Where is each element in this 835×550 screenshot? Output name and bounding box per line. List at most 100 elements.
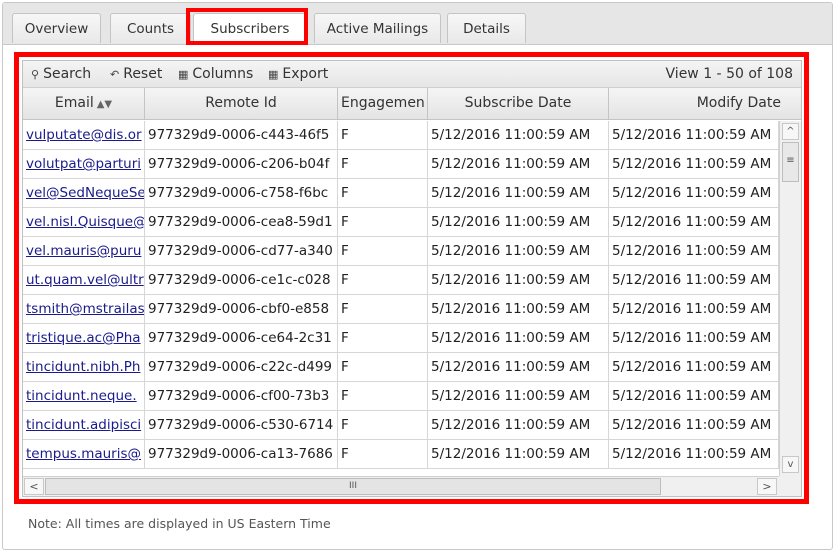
column-header-engagement[interactable]: Engagemen — [338, 88, 428, 119]
cell-engagement: F — [338, 237, 428, 265]
scroll-left-button[interactable]: < — [24, 478, 44, 495]
vertical-scrollbar[interactable]: ^ ≡ v — [779, 121, 801, 476]
columns-icon: ▦ — [178, 68, 189, 81]
cell-subscribe-date: 5/12/2016 11:00:59 AM — [428, 440, 609, 468]
email-link[interactable]: volutpat@parturi — [26, 156, 141, 172]
table-row[interactable]: volutpat@parturi 977329d9-0006-c206-b04f F… — [23, 150, 779, 179]
cell-email: tempus.mauris@ — [23, 440, 145, 468]
tab-overview[interactable]: Overview — [12, 13, 101, 43]
table-header: Email ▲▼ Remote Id Engagemen Subscribe Da… — [23, 88, 801, 120]
table-row[interactable]: tempus.mauris@ 977329d9-0006-ca13-7686 F 5/… — [23, 440, 779, 469]
search-button[interactable]: ⚲ Search — [31, 66, 91, 82]
cell-modify-date: 5/12/2016 11:00:59 AM — [609, 179, 779, 207]
export-label: Export — [282, 66, 329, 82]
scroll-up-button[interactable]: ^ — [782, 123, 799, 140]
email-link[interactable]: tsmith@mstrailas — [26, 301, 144, 317]
cell-engagement: F — [338, 208, 428, 236]
cell-email: tsmith@mstrailas — [23, 295, 145, 323]
table-row[interactable]: tincidunt.nibh.Ph 977329d9-0006-c22c-d499… — [23, 353, 779, 382]
table-row[interactable]: tincidunt.neque. 977329d9-0006-cf00-73b3 F… — [23, 382, 779, 411]
tab-counts[interactable]: Counts — [110, 13, 191, 43]
subscribers-grid: ⚲ Search ↶ Reset ▦ Columns ▦ Export View 1 -… — [22, 60, 802, 497]
cell-remote-id: 977329d9-0006-c758-f6bc — [145, 179, 338, 207]
cell-email: tincidunt.neque. — [23, 382, 145, 410]
table-row[interactable]: tsmith@mstrailas 977329d9-0006-cbf0-e858 F… — [23, 295, 779, 324]
horizontal-scrollbar[interactable]: < III > — [23, 476, 779, 496]
email-link[interactable]: tincidunt.adipisci — [26, 417, 141, 433]
reset-icon: ↶ — [110, 68, 120, 81]
cell-engagement: F — [338, 179, 428, 207]
table-row[interactable]: tincidunt.adipisci 977329d9-0006-c530-671… — [23, 411, 779, 440]
column-header-subscribe-date[interactable]: Subscribe Date — [428, 88, 609, 119]
cell-email: volutpat@parturi — [23, 150, 145, 178]
cell-modify-date: 5/12/2016 11:00:59 AM — [609, 150, 779, 178]
column-header-label: Engagemen — [341, 95, 425, 111]
cell-remote-id: 977329d9-0006-cd77-a340 — [145, 237, 338, 265]
column-header-label: Modify Date — [696, 95, 781, 111]
tab-subscribers[interactable]: Subscribers — [193, 13, 307, 45]
cell-modify-date: 5/12/2016 11:00:59 AM — [609, 353, 779, 381]
cell-modify-date: 5/12/2016 11:00:59 AM — [609, 121, 779, 149]
columns-label: Columns — [192, 66, 254, 82]
email-link[interactable]: tempus.mauris@ — [26, 446, 141, 462]
cell-email: tristique.ac@Pha — [23, 324, 145, 352]
cell-modify-date: 5/12/2016 11:00:59 AM — [609, 295, 779, 323]
column-header-modify-date[interactable]: Modify Date — [609, 88, 801, 119]
email-link[interactable]: vulputate@dis.or — [26, 127, 142, 143]
cell-remote-id: 977329d9-0006-c206-b04f — [145, 150, 338, 178]
vertical-scroll-thumb[interactable]: ≡ — [782, 142, 799, 182]
cell-modify-date: 5/12/2016 11:00:59 AM — [609, 208, 779, 236]
cell-subscribe-date: 5/12/2016 11:00:59 AM — [428, 411, 609, 439]
search-icon: ⚲ — [31, 68, 40, 81]
column-header-email[interactable]: Email ▲▼ — [23, 88, 145, 119]
columns-button[interactable]: ▦ Columns — [178, 66, 253, 82]
email-link[interactable]: tincidunt.nibh.Ph — [26, 359, 140, 375]
cell-subscribe-date: 5/12/2016 11:00:59 AM — [428, 208, 609, 236]
column-header-remote-id[interactable]: Remote Id — [145, 88, 338, 119]
tab-details[interactable]: Details — [447, 13, 526, 43]
cell-remote-id: 977329d9-0006-ce1c-c028 — [145, 266, 338, 294]
cell-email: vel@SedNequeSe — [23, 179, 145, 207]
cell-engagement: F — [338, 295, 428, 323]
email-link[interactable]: vel@SedNequeSe — [26, 185, 144, 201]
table-row[interactable]: vel@SedNequeSe 977329d9-0006-c758-f6bc F 5/… — [23, 179, 779, 208]
cell-email: tincidunt.adipisci — [23, 411, 145, 439]
scrollbar-corner — [779, 476, 801, 496]
cell-engagement: F — [338, 324, 428, 352]
cell-subscribe-date: 5/12/2016 11:00:59 AM — [428, 121, 609, 149]
tab-bar: Overview Counts Subscribers Active Maili… — [3, 3, 832, 45]
cell-remote-id: 977329d9-0006-c22c-d499 — [145, 353, 338, 381]
search-label: Search — [43, 66, 92, 82]
cell-email: ut.quam.vel@ultr — [23, 266, 145, 294]
reset-label: Reset — [123, 66, 163, 82]
reset-button[interactable]: ↶ Reset — [110, 66, 162, 82]
cell-engagement: F — [338, 266, 428, 294]
email-link[interactable]: vel.mauris@puru — [26, 243, 141, 259]
table-row[interactable]: vulputate@dis.or 977329d9-0006-c443-46f5 F… — [23, 121, 779, 150]
export-button[interactable]: ▦ Export — [268, 66, 328, 82]
cell-subscribe-date: 5/12/2016 11:00:59 AM — [428, 382, 609, 410]
email-link[interactable]: vel.nisl.Quisque@ — [26, 214, 144, 230]
horizontal-scroll-thumb[interactable]: III — [45, 478, 661, 495]
cell-remote-id: 977329d9-0006-cbf0-e858 — [145, 295, 338, 323]
table-body: vulputate@dis.or 977329d9-0006-c443-46f5 F… — [23, 121, 779, 476]
cell-subscribe-date: 5/12/2016 11:00:59 AM — [428, 324, 609, 352]
cell-subscribe-date: 5/12/2016 11:00:59 AM — [428, 295, 609, 323]
column-header-label: Remote Id — [205, 95, 277, 111]
email-link[interactable]: ut.quam.vel@ultr — [26, 272, 144, 288]
email-link[interactable]: tristique.ac@Pha — [26, 330, 141, 346]
cell-engagement: F — [338, 382, 428, 410]
cell-subscribe-date: 5/12/2016 11:00:59 AM — [428, 353, 609, 381]
cell-remote-id: 977329d9-0006-c530-6714 — [145, 411, 338, 439]
table-row[interactable]: tristique.ac@Pha 977329d9-0006-ce64-2c31 F… — [23, 324, 779, 353]
scroll-right-button[interactable]: > — [757, 478, 777, 495]
email-link[interactable]: tincidunt.neque. — [26, 388, 137, 404]
table-row[interactable]: vel.nisl.Quisque@ 977329d9-0006-cea8-59d1… — [23, 208, 779, 237]
cell-subscribe-date: 5/12/2016 11:00:59 AM — [428, 266, 609, 294]
table-row[interactable]: ut.quam.vel@ultr 977329d9-0006-ce1c-c028 F… — [23, 266, 779, 295]
table-row[interactable]: vel.mauris@puru 977329d9-0006-cd77-a340 F 5… — [23, 237, 779, 266]
cell-remote-id: 977329d9-0006-c443-46f5 — [145, 121, 338, 149]
cell-subscribe-date: 5/12/2016 11:00:59 AM — [428, 237, 609, 265]
tab-active-mailings[interactable]: Active Mailings — [314, 13, 441, 43]
scroll-down-button[interactable]: v — [782, 456, 799, 473]
